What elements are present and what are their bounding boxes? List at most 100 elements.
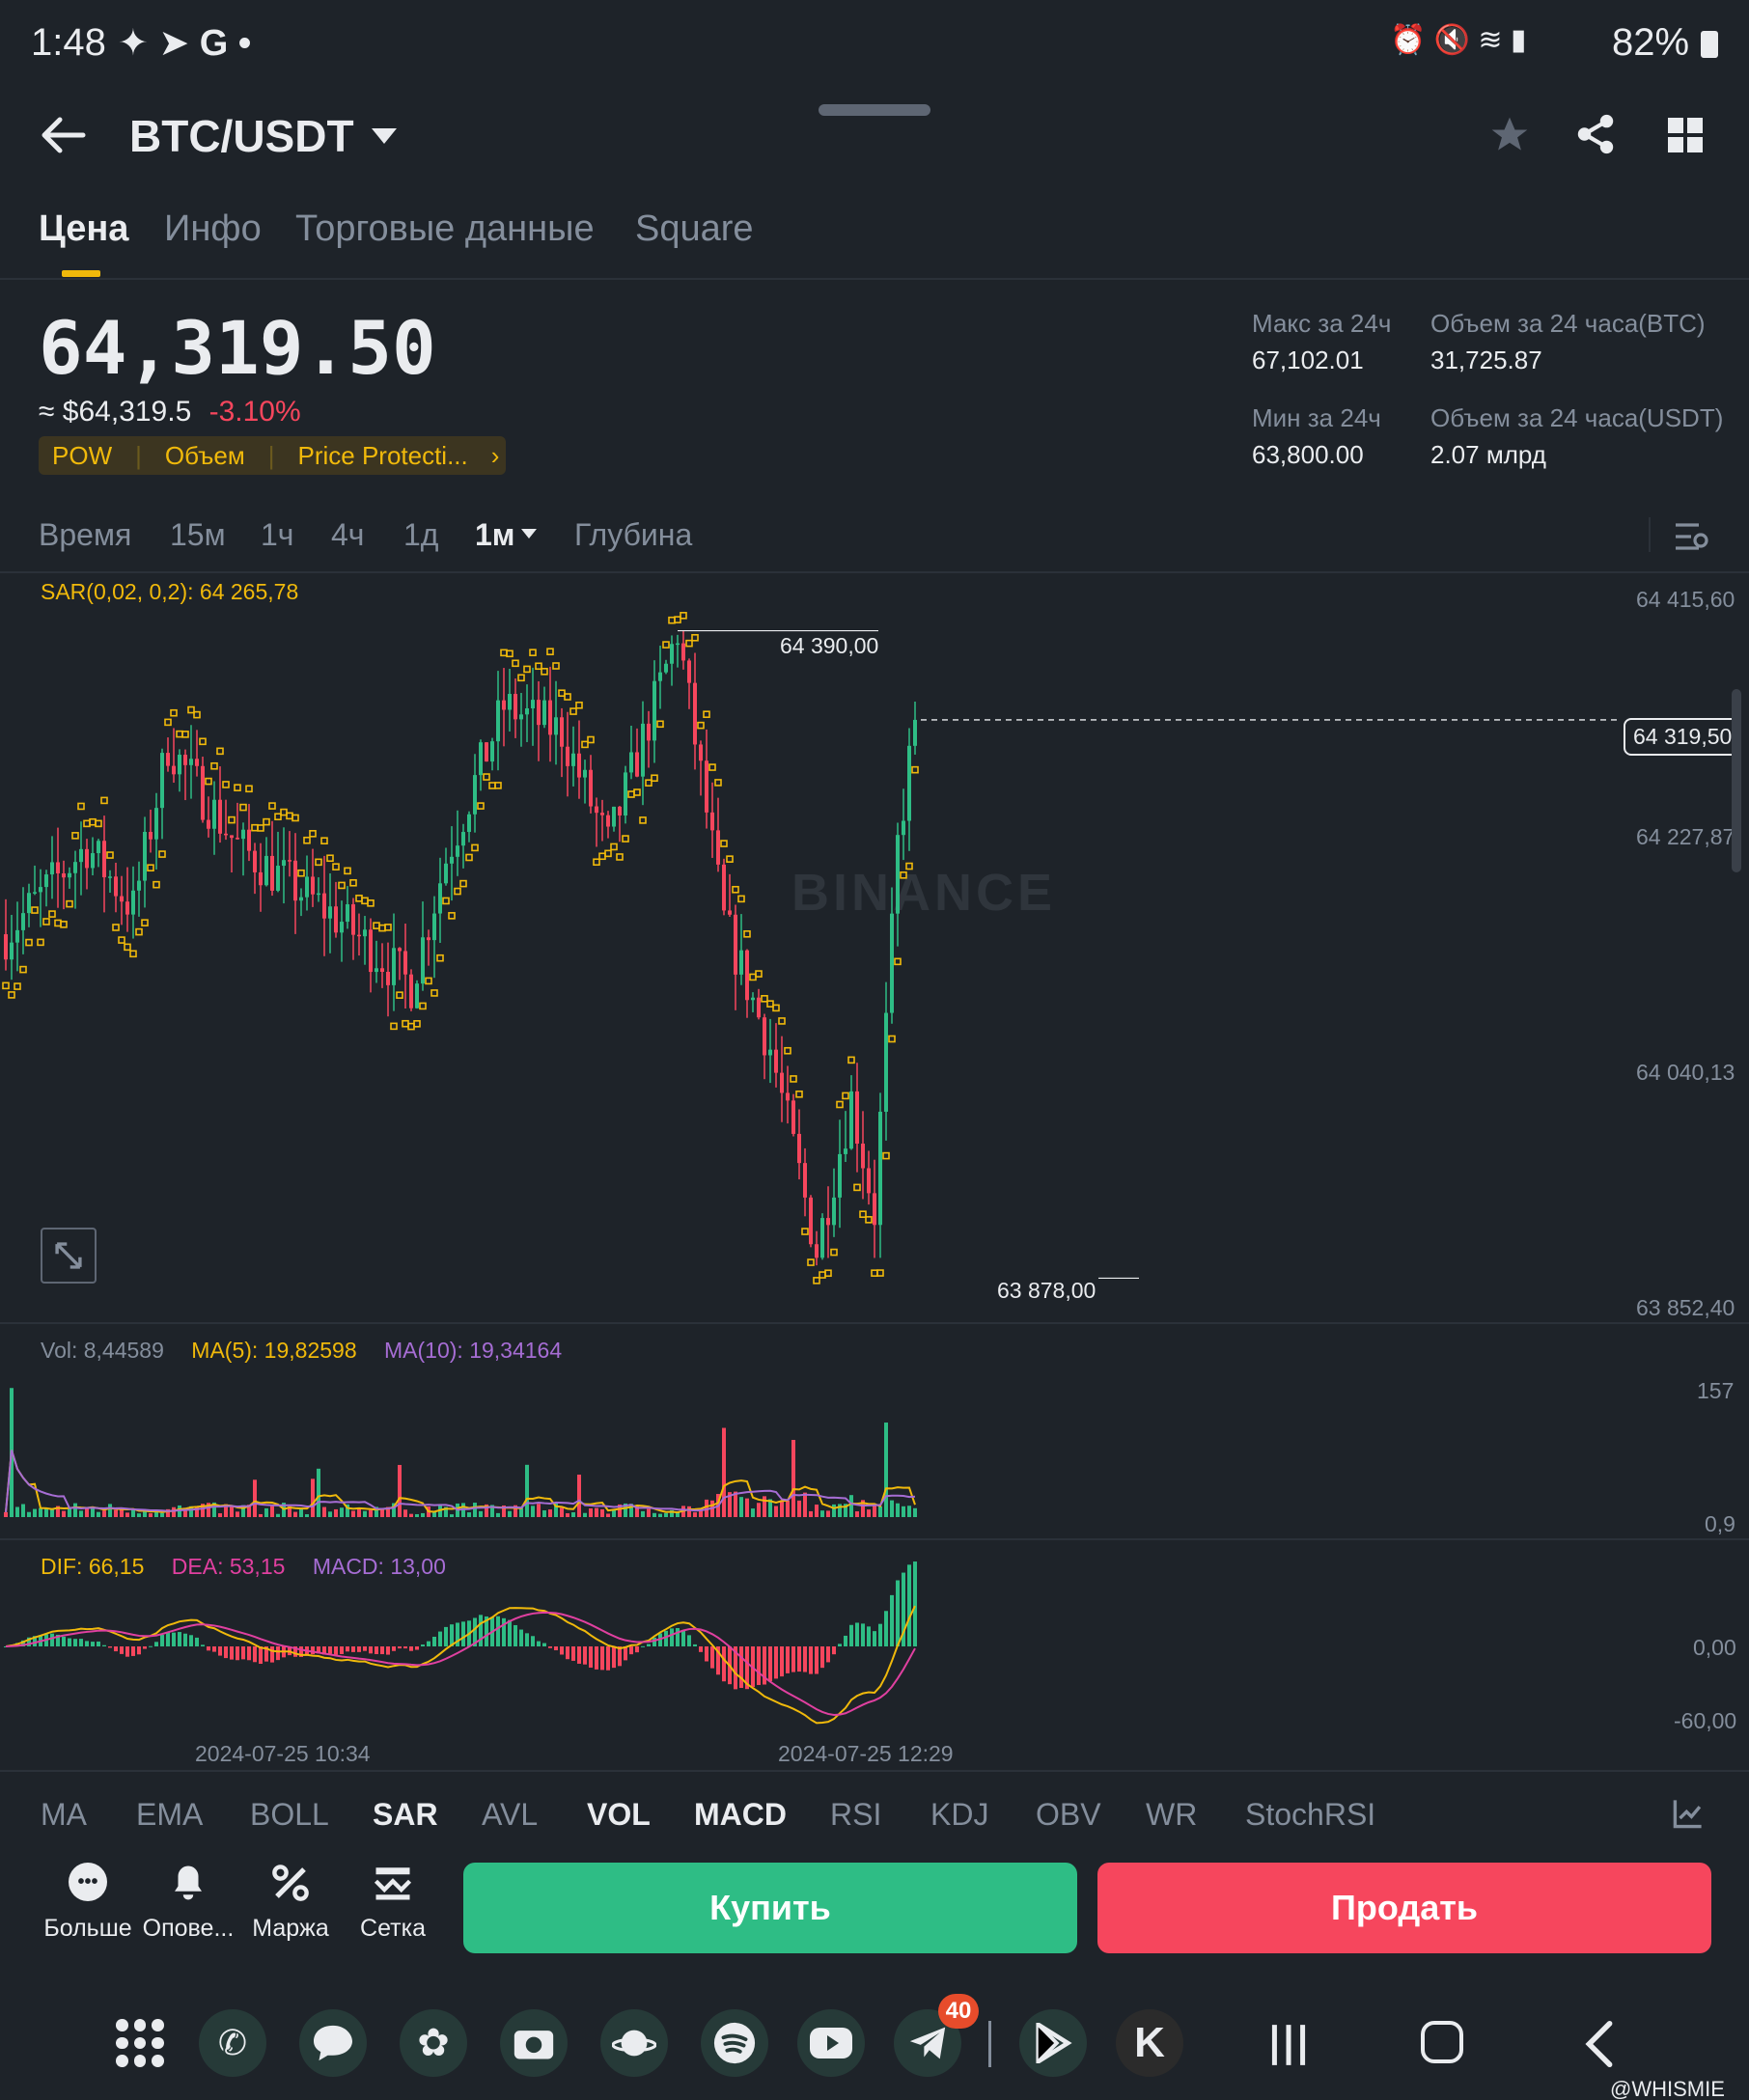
candle-body (328, 906, 332, 919)
candle-body (826, 1218, 830, 1226)
toolbar-grid[interactable]: Сетка (340, 1863, 446, 1943)
interval-15m[interactable]: 15м (170, 517, 226, 553)
volume-bar (351, 1510, 355, 1517)
interval-1m[interactable]: 1м (475, 517, 514, 553)
recent-apps-icon[interactable] (1264, 2021, 1313, 2074)
volume-bar (577, 1474, 581, 1517)
tab-trading-data[interactable]: Торговые данные (295, 208, 595, 250)
volume-bar (734, 1491, 737, 1517)
share-icon[interactable] (1573, 112, 1618, 156)
indicator-macd[interactable]: MACD (694, 1797, 787, 1833)
camera-app-icon[interactable] (500, 2009, 568, 2077)
volume-bar (369, 1509, 373, 1517)
star-icon[interactable] (1488, 114, 1531, 156)
interval-4h[interactable]: 4ч (331, 517, 364, 553)
app-drawer-icon[interactable] (116, 2019, 164, 2067)
gallery-app-icon[interactable]: ✿ (400, 2009, 467, 2077)
indicator-ema[interactable]: EMA (136, 1797, 203, 1833)
phone-app-icon[interactable]: ✆ (199, 2009, 266, 2077)
indicator-stochrsi[interactable]: StochRSI (1245, 1797, 1375, 1833)
pair-title: BTC/USDT (129, 111, 354, 161)
indicator-rsi[interactable]: RSI (830, 1797, 881, 1833)
candle-body (583, 769, 587, 778)
interval-1h[interactable]: 1ч (261, 517, 293, 553)
fullscreen-icon[interactable] (41, 1228, 97, 1284)
candle-body (398, 948, 402, 952)
volume-bar (548, 1509, 552, 1517)
sar-point (761, 995, 768, 1003)
sell-button[interactable]: Продать (1097, 1863, 1711, 1953)
sar-point (193, 710, 201, 719)
macd-bar (809, 1646, 813, 1674)
candle-body (803, 1163, 807, 1198)
chart-settings-icon[interactable] (1672, 517, 1710, 556)
indicator-wr[interactable]: WR (1146, 1797, 1197, 1833)
sar-point (656, 720, 664, 729)
candle-body (351, 904, 355, 935)
candle-body (317, 893, 320, 896)
toolbar-more[interactable]: ••• Больше (35, 1863, 141, 1943)
sar-point (604, 849, 612, 858)
tab-info[interactable]: Инфо (164, 208, 262, 250)
back-arrow-icon[interactable] (39, 114, 87, 156)
indicator-kdj[interactable]: KDJ (930, 1797, 988, 1833)
volume-bar (253, 1479, 257, 1517)
drag-handle[interactable] (819, 104, 930, 116)
volume-bar (114, 1509, 118, 1517)
interval-1d[interactable]: 1д (403, 517, 438, 553)
candle-body (768, 1049, 772, 1056)
candle-body (624, 772, 627, 816)
indicator-boll[interactable]: BOLL (250, 1797, 329, 1833)
sar-point (251, 823, 259, 832)
grid-icon[interactable] (1666, 116, 1705, 154)
candle-body (873, 1193, 876, 1226)
tab-square[interactable]: Square (635, 208, 754, 250)
vertical-scrollbar[interactable] (1732, 689, 1741, 872)
volume-bar (566, 1513, 569, 1517)
play-store-app-icon[interactable] (1019, 2009, 1087, 2077)
macd-bar (415, 1646, 419, 1650)
spotify-app-icon[interactable] (701, 2009, 768, 2077)
sar-point (627, 790, 635, 798)
candle-body (670, 644, 674, 664)
indicator-avl[interactable]: AVL (482, 1797, 538, 1833)
buy-button[interactable]: Купить (463, 1863, 1077, 1953)
macd-bar (797, 1646, 801, 1672)
tab-price[interactable]: Цена (39, 208, 128, 250)
price-chart[interactable]: SAR(0,02, 0,2): 64 265,78 BINANCE 64 415… (0, 573, 1749, 1322)
sar-point (853, 1183, 861, 1192)
candle-body (137, 880, 141, 891)
sar-point (523, 665, 531, 674)
toolbar-margin[interactable]: Маржа (237, 1863, 344, 1943)
indicator-sar[interactable]: SAR (373, 1797, 438, 1833)
volume-bar (317, 1468, 320, 1517)
candle-body (595, 806, 598, 814)
candle-body (4, 934, 8, 960)
sar-point (135, 927, 143, 936)
kucoin-app-icon[interactable]: K (1116, 2009, 1183, 2077)
indicator-obv[interactable]: OBV (1036, 1797, 1101, 1833)
interval-time[interactable]: Время (39, 517, 131, 553)
home-icon[interactable] (1421, 2021, 1463, 2063)
volume-bar (571, 1512, 575, 1517)
indicator-settings-icon[interactable] (1672, 1797, 1705, 1830)
macd-bar (849, 1624, 853, 1646)
macd-bar (884, 1611, 888, 1646)
volume-bar (531, 1506, 535, 1517)
volume-bar (791, 1440, 795, 1517)
youtube-app-icon[interactable] (797, 2009, 865, 2077)
candle-body (751, 997, 755, 1001)
indicator-vol[interactable]: VOL (587, 1797, 651, 1833)
tag-strip[interactable]: POW | Объем | Price Protecti... › (39, 436, 506, 475)
messages-app-icon[interactable] (299, 2009, 367, 2077)
indicator-ma[interactable]: MA (41, 1797, 87, 1833)
macd-bar (815, 1646, 819, 1674)
macd-bar (328, 1646, 332, 1654)
back-nav-icon[interactable] (1583, 2019, 1616, 2074)
toolbar-alerts[interactable]: Опове... (135, 1863, 241, 1943)
browser-app-icon[interactable] (600, 2009, 668, 2077)
interval-depth[interactable]: Глубина (574, 517, 692, 553)
candle-body (369, 929, 373, 973)
pair-selector[interactable]: BTC/USDT (129, 110, 397, 162)
macd-bar (334, 1646, 338, 1655)
